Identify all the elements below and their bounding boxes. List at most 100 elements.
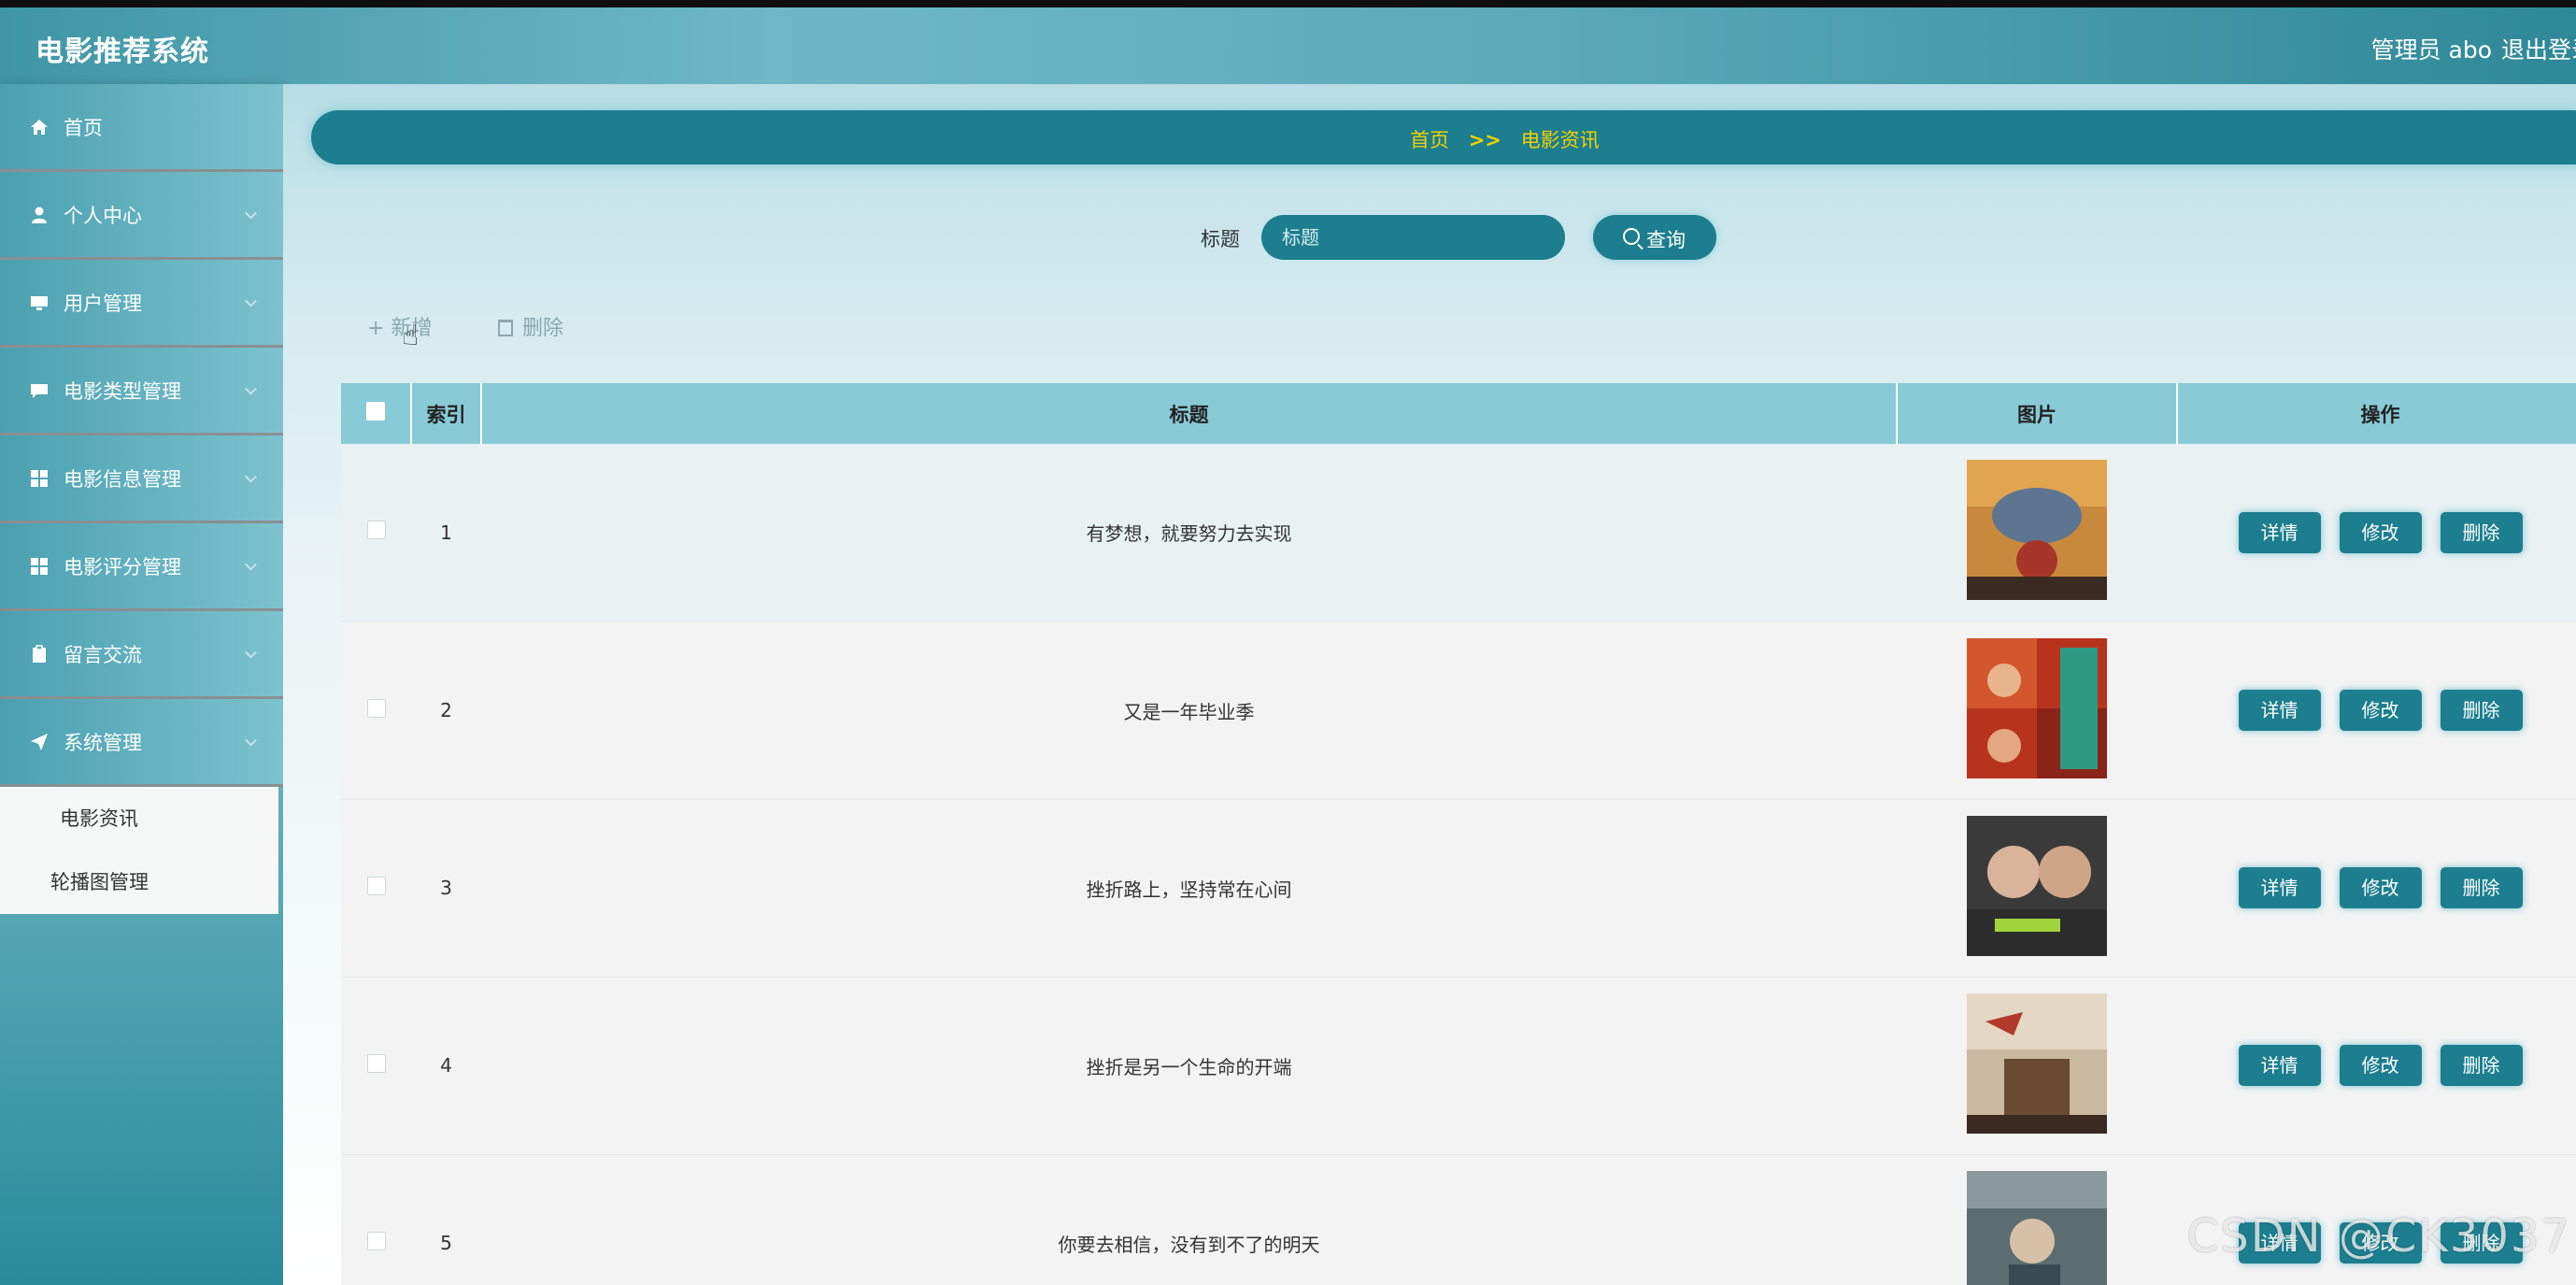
hand-cursor-icon: ☝ xyxy=(402,320,420,352)
sidebar-item-label: 电影评分管理 xyxy=(64,555,181,578)
row-checkbox[interactable] xyxy=(366,521,386,540)
row-checkbox[interactable] xyxy=(366,698,386,718)
chevron-down-icon xyxy=(245,294,257,307)
sidebar-item-label: 电影类型管理 xyxy=(64,379,181,403)
batch-delete-button[interactable]: 删除 xyxy=(498,311,563,341)
search-button[interactable]: 查询 xyxy=(1593,215,1716,260)
column-header-ops: 操作 xyxy=(2177,383,2576,444)
column-header-image: 图片 xyxy=(1897,383,2178,444)
main-content: 首页 >> 电影资讯 标题 查询 + 新增 ☝ 删除 索引 标题 图片 操 xyxy=(283,84,2576,1285)
select-all-cell xyxy=(341,383,412,444)
detail-button[interactable]: 详情 xyxy=(2238,867,2321,908)
table-row: 4 挫折是另一个生命的开端 详情 修改 删除 xyxy=(341,977,2576,1154)
edit-button[interactable]: 修改 xyxy=(2339,690,2422,731)
sidebar-item-movie-ratings[interactable]: 电影评分管理 xyxy=(0,523,283,611)
row-title: 又是一年毕业季 xyxy=(1123,700,1255,723)
row-title: 挫折路上，坚持常在心间 xyxy=(1086,878,1292,901)
table-header-row: 索引 标题 图片 操作 xyxy=(341,383,2576,444)
poster-image xyxy=(1967,460,2107,601)
poster-image xyxy=(1967,1170,2107,1285)
send-icon xyxy=(31,733,48,750)
watermark: CSDN @CK3037 xyxy=(2186,1210,2571,1263)
delete-button[interactable]: 删除 xyxy=(2440,867,2523,908)
chevron-down-icon xyxy=(245,734,257,747)
row-title: 有梦想，就要努力去实现 xyxy=(1086,522,1292,546)
detail-button[interactable]: 详情 xyxy=(2238,511,2321,553)
sidebar: 首页 个人中心 用户管理 电影类型管理 电影信息管理 电影评分管理 留言交流 系… xyxy=(0,84,283,1285)
batch-delete-label: 删除 xyxy=(522,317,564,340)
logout-link[interactable]: 退出登录 xyxy=(2501,32,2576,65)
poster-image xyxy=(1967,815,2107,956)
poster-image xyxy=(1967,992,2107,1134)
search-label: 标题 xyxy=(1201,228,1240,250)
edit-button[interactable]: 修改 xyxy=(2339,1045,2422,1086)
column-header-index: 索引 xyxy=(411,383,482,444)
row-checkbox[interactable] xyxy=(366,876,386,895)
edit-button[interactable]: 修改 xyxy=(2339,511,2422,553)
chevron-down-icon xyxy=(245,470,257,483)
sidebar-item-label: 电影信息管理 xyxy=(64,467,181,491)
sidebar-item-label: 个人中心 xyxy=(64,204,142,227)
user-icon xyxy=(32,207,47,223)
detail-button[interactable]: 详情 xyxy=(2238,690,2321,731)
sidebar-item-label: 留言交流 xyxy=(64,643,142,666)
monitor-icon xyxy=(31,295,48,310)
row-index: 5 xyxy=(440,1232,452,1254)
breadcrumb-current: 电影资讯 xyxy=(1520,129,1600,151)
search-button-label: 查询 xyxy=(1646,229,1686,251)
chevron-down-icon xyxy=(245,207,257,220)
add-button[interactable]: + 新增 xyxy=(367,311,432,341)
system-submenu: 电影资讯 轮播图管理 xyxy=(0,787,278,914)
submenu-item-carousel[interactable]: 轮播图管理 xyxy=(0,850,278,914)
delete-button[interactable]: 删除 xyxy=(2440,690,2523,731)
delete-button[interactable]: 删除 xyxy=(2440,511,2523,553)
table-row: 3 挫折路上，坚持常在心间 详情 修改 删除 xyxy=(341,799,2576,977)
top-bar: 电影推荐系统 管理员 abo 退出登录 xyxy=(0,0,2576,84)
grid-icon xyxy=(31,469,48,487)
table-row: 2 又是一年毕业季 详情 修改 删除 xyxy=(341,621,2576,799)
sidebar-item-users[interactable]: 用户管理 xyxy=(0,260,283,348)
table-row: 1 有梦想，就要努力去实现 详情 修改 删除 xyxy=(341,444,2576,621)
app-title: 电影推荐系统 xyxy=(36,36,209,68)
poster-image xyxy=(1967,637,2107,778)
row-index: 3 xyxy=(440,877,452,899)
home-icon xyxy=(31,119,48,135)
chevron-down-icon xyxy=(245,382,257,395)
breadcrumb-separator: >> xyxy=(1468,129,1501,151)
sidebar-item-label: 用户管理 xyxy=(64,292,142,315)
breadcrumb-home[interactable]: 首页 xyxy=(1410,129,1449,151)
chevron-down-icon xyxy=(245,646,257,659)
chevron-down-icon xyxy=(245,558,257,571)
submenu-item-movie-news[interactable]: 电影资讯 xyxy=(0,787,278,850)
sidebar-item-label: 系统管理 xyxy=(64,731,142,754)
sidebar-item-system[interactable]: 系统管理 xyxy=(0,699,283,787)
sidebar-item-movie-types[interactable]: 电影类型管理 xyxy=(0,348,283,435)
sidebar-item-home[interactable]: 首页 xyxy=(0,84,283,172)
row-index: 2 xyxy=(440,699,452,721)
row-title: 挫折是另一个生命的开端 xyxy=(1086,1055,1292,1078)
row-index: 4 xyxy=(440,1054,452,1077)
sidebar-item-label: 首页 xyxy=(64,116,103,139)
sidebar-item-movie-info[interactable]: 电影信息管理 xyxy=(0,435,283,523)
row-checkbox[interactable] xyxy=(366,1053,386,1073)
search-input[interactable] xyxy=(1261,215,1565,260)
news-table: 索引 标题 图片 操作 1 有梦想，就要努力去实现 详情 修改 删除 2 又是一… xyxy=(341,383,2576,1285)
row-title: 你要去相信，没有到不了的明天 xyxy=(1058,1233,1320,1256)
breadcrumb: 首页 >> 电影资讯 xyxy=(311,110,2576,164)
detail-button[interactable]: 详情 xyxy=(2238,1045,2321,1086)
delete-button[interactable]: 删除 xyxy=(2440,1045,2523,1086)
edit-button[interactable]: 修改 xyxy=(2339,867,2422,908)
clipboard-icon xyxy=(33,644,46,663)
sidebar-item-messages[interactable]: 留言交流 xyxy=(0,611,283,699)
plus-icon: + xyxy=(367,317,391,340)
trash-icon xyxy=(498,320,513,336)
sidebar-item-profile[interactable]: 个人中心 xyxy=(0,172,283,260)
comment-icon xyxy=(31,383,48,398)
search-icon xyxy=(1623,228,1640,245)
row-checkbox[interactable] xyxy=(366,1231,386,1250)
select-all-checkbox[interactable] xyxy=(366,402,385,421)
admin-label: 管理员 abo xyxy=(2370,36,2492,64)
row-index: 1 xyxy=(440,521,452,544)
column-header-title: 标题 xyxy=(481,383,1898,444)
grid-icon xyxy=(31,557,48,575)
